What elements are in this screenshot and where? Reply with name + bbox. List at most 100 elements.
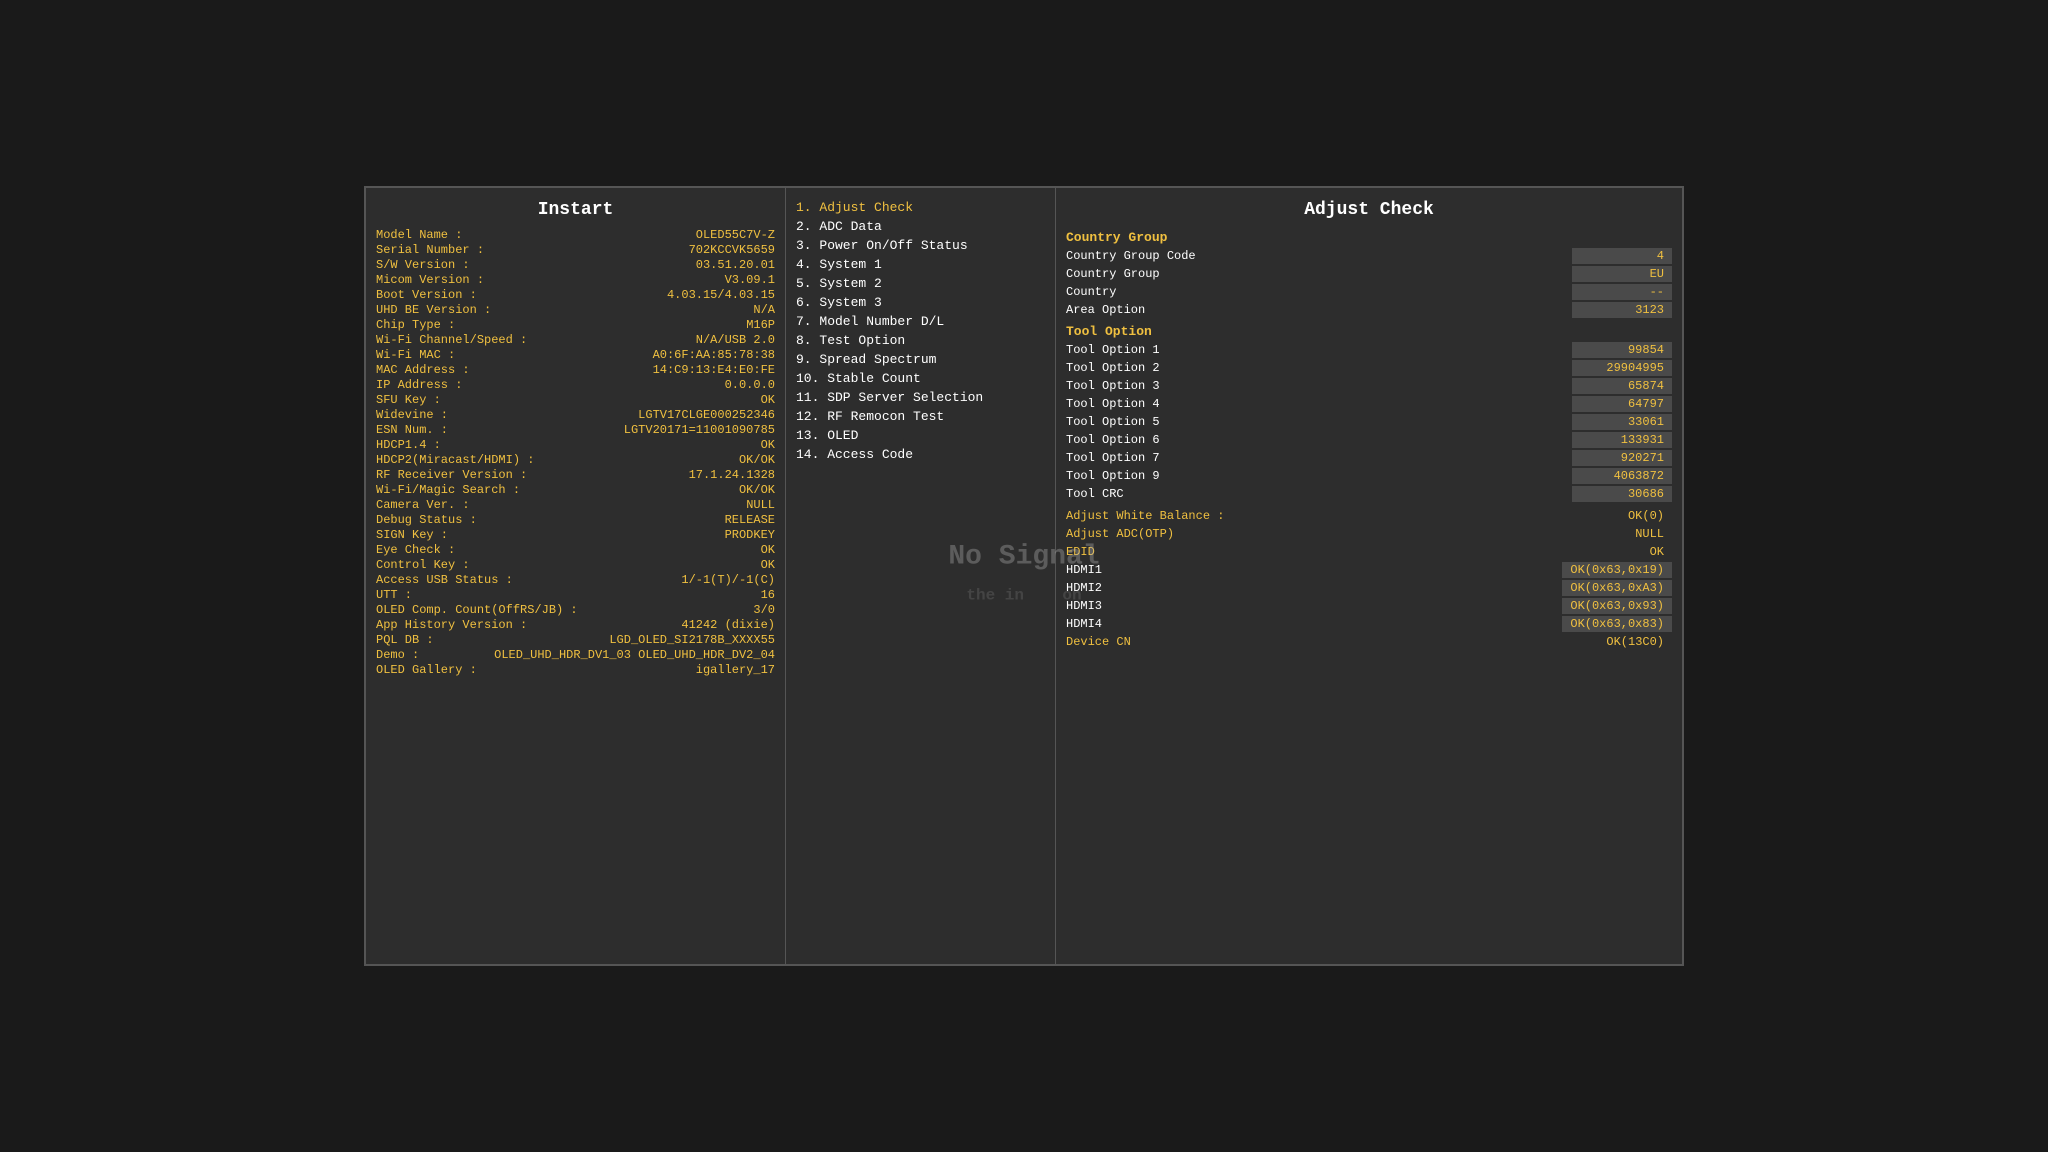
info-value: PRODKEY	[725, 528, 775, 542]
adjust-value: NULL	[1572, 526, 1672, 542]
menu-item[interactable]: 3. Power On/Off Status	[796, 238, 1045, 253]
menu-item[interactable]: 11. SDP Server Selection	[796, 390, 1045, 405]
info-row: Control Key :OK	[376, 558, 775, 572]
adjust-label: Tool Option 9	[1066, 469, 1160, 483]
info-row: SFU Key :OK	[376, 393, 775, 407]
adjust-row: Tool Option 7920271	[1066, 450, 1672, 466]
info-row: Chip Type : M16P	[376, 318, 775, 332]
adjust-row: Country--	[1066, 284, 1672, 300]
info-value: 14:C9:13:E4:E0:FE	[653, 363, 775, 377]
info-value: N/A/USB 2.0	[696, 333, 775, 347]
adjust-row: Country Group Code4	[1066, 248, 1672, 264]
info-row: Access USB Status :1/-1(T)/-1(C)	[376, 573, 775, 587]
adjust-label: Tool Option 6	[1066, 433, 1160, 447]
adjust-label: HDMI1	[1066, 563, 1102, 577]
info-row: Wi-Fi Channel/Speed : N/A/USB 2.0	[376, 333, 775, 347]
info-label: Serial Number :	[376, 243, 484, 257]
adjust-value: 29904995	[1572, 360, 1672, 376]
adjust-value: 33061	[1572, 414, 1672, 430]
info-row: S/W Version :03.51.20.01	[376, 258, 775, 272]
info-label: Demo :	[376, 648, 419, 662]
info-label: IP Address :	[376, 378, 462, 392]
info-label: UHD BE Version :	[376, 303, 491, 317]
info-label: SIGN Key :	[376, 528, 448, 542]
info-value: M16P	[746, 318, 775, 332]
menu-item[interactable]: 6. System 3	[796, 295, 1045, 310]
info-label: Wi-Fi Channel/Speed :	[376, 333, 527, 347]
adjust-label: Adjust White Balance :	[1066, 509, 1224, 523]
info-value: 17.1.24.1328	[689, 468, 775, 482]
info-row: HDCP2(Miracast/HDMI) :OK/OK	[376, 453, 775, 467]
info-value: igallery_17	[696, 663, 775, 677]
screen: Instart Model Name :OLED55C7V-ZSerial Nu…	[364, 186, 1684, 966]
adjust-row: Tool Option 464797	[1066, 396, 1672, 412]
adjust-value: OK(0x63,0x93)	[1562, 598, 1672, 614]
info-label: Chip Type :	[376, 318, 455, 332]
info-label: Camera Ver. :	[376, 498, 470, 512]
mid-items: 1. Adjust Check 2. ADC Data 3. Power On/Of…	[796, 200, 1045, 462]
panel-left: Instart Model Name :OLED55C7V-ZSerial Nu…	[366, 188, 786, 964]
adjust-label: HDMI2	[1066, 581, 1102, 595]
info-row: Eye Check : OK	[376, 543, 775, 557]
menu-item[interactable]: 1. Adjust Check	[796, 200, 1045, 215]
left-rows: Model Name :OLED55C7V-ZSerial Number :70…	[376, 228, 775, 678]
info-label: RF Receiver Version :	[376, 468, 527, 482]
info-label: Eye Check :	[376, 543, 455, 557]
menu-item[interactable]: 10. Stable Count	[796, 371, 1045, 386]
right-title: Adjust Check	[1066, 200, 1672, 220]
info-value: 1/-1(T)/-1(C)	[681, 573, 775, 587]
info-row: Wi-Fi MAC :A0:6F:AA:85:78:38	[376, 348, 775, 362]
menu-item[interactable]: 7. Model Number D/L	[796, 314, 1045, 329]
info-label: PQL DB :	[376, 633, 434, 647]
info-row: App History Version :41242 (dixie)	[376, 618, 775, 632]
adjust-row: Tool Option 94063872	[1066, 468, 1672, 484]
adjust-section: Tool OptionTool Option 199854Tool Option…	[1066, 324, 1672, 502]
info-label: Micom Version :	[376, 273, 484, 287]
info-value: RELEASE	[725, 513, 775, 527]
section-title: Country Group	[1066, 230, 1672, 245]
adjust-label: HDMI3	[1066, 599, 1102, 613]
info-value: LGD_OLED_SI2178B_XXXX55	[609, 633, 775, 647]
menu-item[interactable]: 4. System 1	[796, 257, 1045, 272]
adjust-label: Tool Option 1	[1066, 343, 1160, 357]
adjust-row: Adjust ADC(OTP)NULL	[1066, 526, 1672, 542]
info-value: A0:6F:AA:85:78:38	[653, 348, 775, 362]
menu-item[interactable]: 14. Access Code	[796, 447, 1045, 462]
adjust-value: 133931	[1572, 432, 1672, 448]
menu-item[interactable]: 2. ADC Data	[796, 219, 1045, 234]
info-row: ESN Num. :LGTV20171=11001090785	[376, 423, 775, 437]
adjust-section: Adjust White Balance :OK(0)Adjust ADC(OT…	[1066, 508, 1672, 650]
info-value: 702KCCVK5659	[689, 243, 775, 257]
info-value: 03.51.20.01	[696, 258, 775, 272]
info-value: 3/0	[753, 603, 775, 617]
adjust-value: OK(0x63,0x83)	[1562, 616, 1672, 632]
info-row: Camera Ver. :NULL	[376, 498, 775, 512]
info-value: OK/OK	[739, 453, 775, 467]
info-label: UTT :	[376, 588, 412, 602]
info-row: Serial Number : 702KCCVK5659	[376, 243, 775, 257]
menu-item[interactable]: 8. Test Option	[796, 333, 1045, 348]
adjust-row: Device CNOK(13C0)	[1066, 634, 1672, 650]
menu-item[interactable]: 13. OLED	[796, 428, 1045, 443]
adjust-row: HDMI2OK(0x63,0xA3)	[1066, 580, 1672, 596]
adjust-label: Country Group Code	[1066, 249, 1196, 263]
section-title: Tool Option	[1066, 324, 1672, 339]
info-value: 16	[761, 588, 775, 602]
info-label: OLED Gallery :	[376, 663, 477, 677]
menu-item[interactable]: 9. Spread Spectrum	[796, 352, 1045, 367]
adjust-row: Tool Option 6 133931	[1066, 432, 1672, 448]
menu-item[interactable]: 5. System 2	[796, 276, 1045, 291]
adjust-label: Area Option	[1066, 303, 1145, 317]
info-row: PQL DB : LGD_OLED_SI2178B_XXXX55	[376, 633, 775, 647]
info-row: Widevine :LGTV17CLGE000252346	[376, 408, 775, 422]
info-row: UHD BE Version :N/A	[376, 303, 775, 317]
menu-item[interactable]: 12. RF Remocon Test	[796, 409, 1045, 424]
adjust-label: Tool Option 2	[1066, 361, 1160, 375]
info-value: OK	[761, 543, 775, 557]
info-label: Widevine :	[376, 408, 448, 422]
info-label: MAC Address :	[376, 363, 470, 377]
adjust-row: HDMI1OK(0x63,0x19)	[1066, 562, 1672, 578]
info-label: Control Key :	[376, 558, 470, 572]
adjust-label: Tool Option 7	[1066, 451, 1160, 465]
info-value: LGTV20171=11001090785	[624, 423, 775, 437]
